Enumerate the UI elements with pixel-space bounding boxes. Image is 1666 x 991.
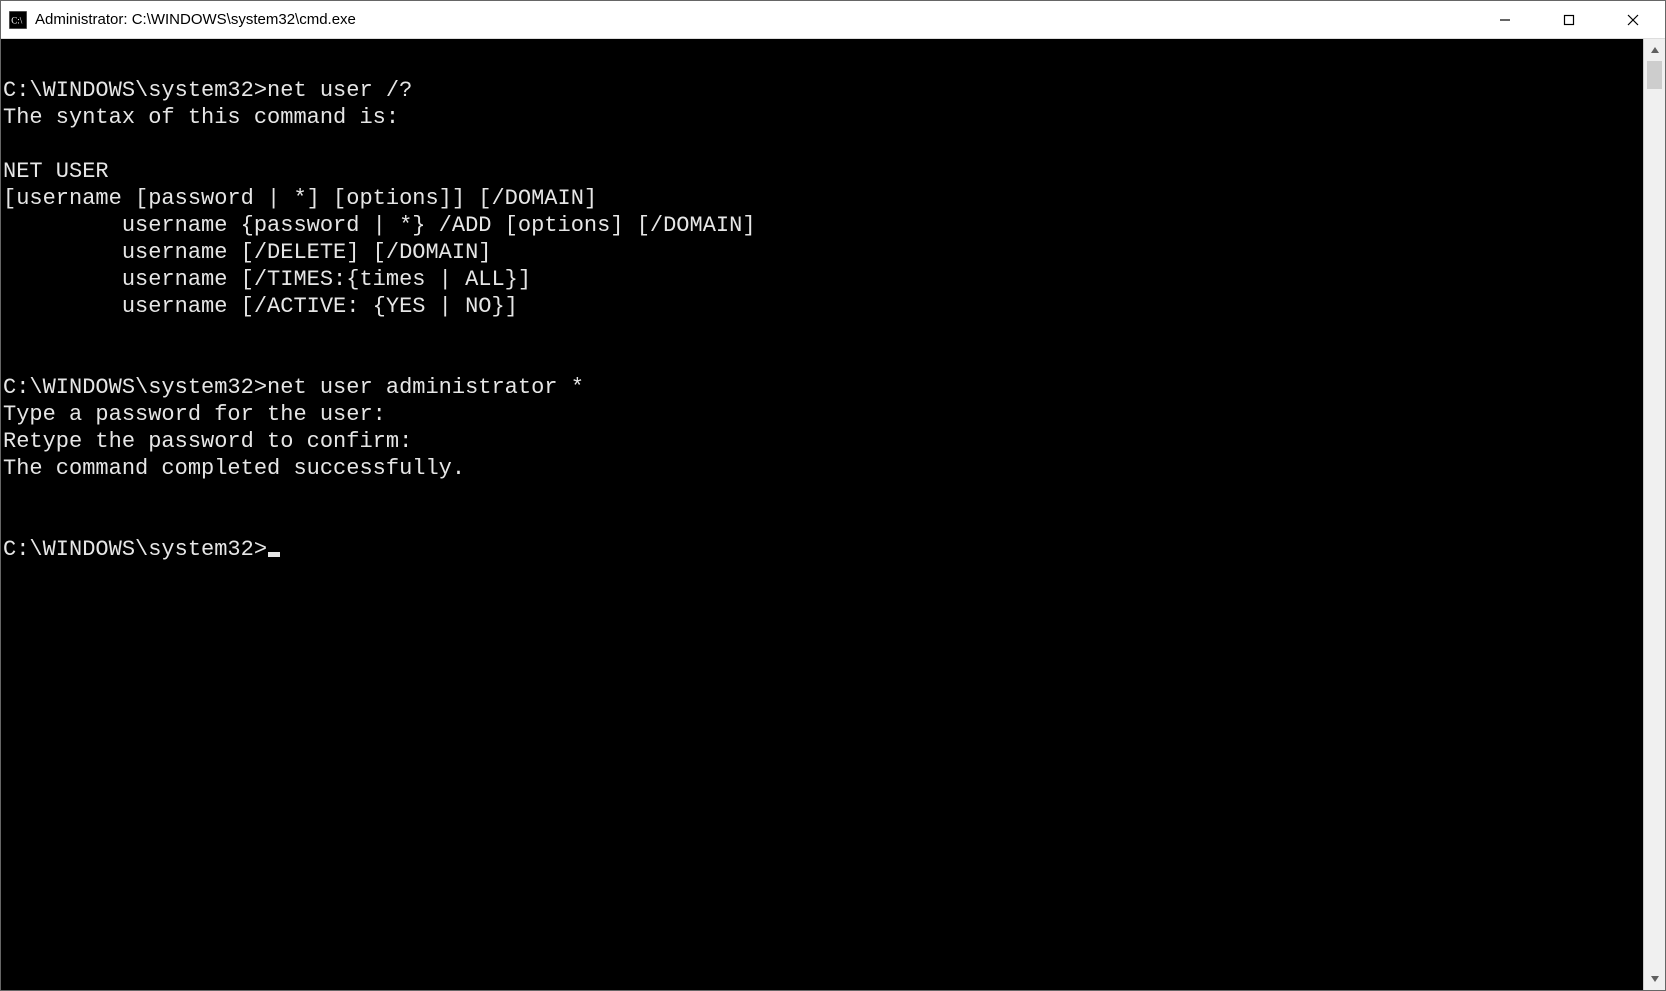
scrollbar-thumb[interactable] bbox=[1647, 61, 1662, 89]
scroll-down-arrow-icon[interactable] bbox=[1644, 968, 1665, 990]
maximize-button[interactable] bbox=[1537, 1, 1601, 38]
close-button[interactable] bbox=[1601, 1, 1665, 38]
svg-text:C:\: C:\ bbox=[11, 15, 23, 25]
minimize-button[interactable] bbox=[1473, 1, 1537, 38]
scrollbar-track[interactable] bbox=[1644, 61, 1665, 968]
window-title: Administrator: C:\WINDOWS\system32\cmd.e… bbox=[35, 11, 1473, 28]
cmd-window: C:\ Administrator: C:\WINDOWS\system32\c… bbox=[0, 0, 1666, 991]
titlebar[interactable]: C:\ Administrator: C:\WINDOWS\system32\c… bbox=[1, 1, 1665, 39]
cmd-icon: C:\ bbox=[9, 11, 27, 29]
close-icon bbox=[1627, 14, 1639, 26]
text-cursor bbox=[268, 552, 280, 557]
client-area: C:\WINDOWS\system32>net user /? The synt… bbox=[1, 39, 1665, 990]
terminal-output[interactable]: C:\WINDOWS\system32>net user /? The synt… bbox=[1, 39, 1643, 990]
maximize-icon bbox=[1563, 14, 1575, 26]
minimize-icon bbox=[1499, 14, 1511, 26]
window-controls bbox=[1473, 1, 1665, 38]
vertical-scrollbar[interactable] bbox=[1643, 39, 1665, 990]
scroll-up-arrow-icon[interactable] bbox=[1644, 39, 1665, 61]
